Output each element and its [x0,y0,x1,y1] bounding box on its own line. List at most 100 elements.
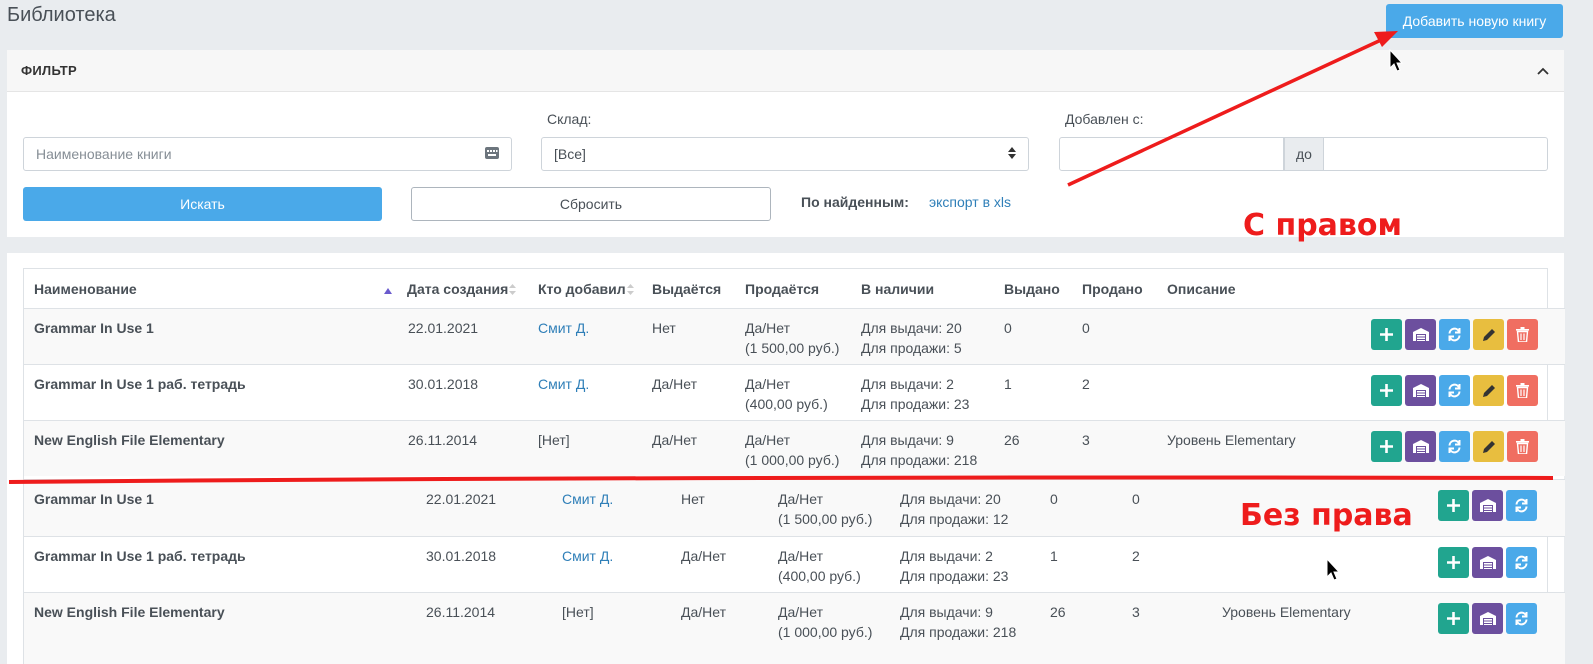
added-by-link[interactable]: Смит Д. [538,374,589,394]
trash-icon [1516,327,1529,342]
col-header-sold: Продаётся [745,281,820,297]
add-copy-button[interactable] [1438,547,1469,578]
book-date: 30.01.2018 [426,548,497,564]
col-header-stock: В наличии [861,281,935,297]
warehouse-button[interactable] [1472,547,1503,578]
warehouse-button[interactable] [1472,603,1503,634]
stock-sale: Для продажи: 218 [900,624,1017,640]
description: Уровень Elementary [1167,432,1296,448]
refresh-button[interactable] [1506,490,1537,521]
book-date: 22.01.2021 [426,491,497,507]
given-count: 0 [1050,491,1058,507]
table-row: Grammar In Use 1 раб. тетрадь 30.01.2018… [24,536,1565,592]
col-header-name[interactable]: Наименование [34,281,137,297]
issued-value: Да/Нет [652,376,698,392]
warehouse-button[interactable] [1405,319,1436,350]
trash-icon [1516,439,1529,454]
refresh-button[interactable] [1439,375,1470,406]
table-row: New English File Elementary 26.11.2014 [… [24,420,1565,476]
book-name: Grammar In Use 1 [34,320,154,336]
add-copy-button[interactable] [1438,490,1469,521]
edit-button[interactable] [1473,319,1504,350]
date-from-input[interactable] [1059,137,1284,171]
found-label: По найденным: [801,194,909,210]
add-copy-button[interactable] [1371,375,1402,406]
refresh-icon [1448,383,1461,398]
annotation-with-right: С правом [1243,208,1403,243]
plus-icon [1447,612,1460,625]
col-header-description: Описание [1167,281,1236,297]
added-by-link[interactable]: Смит Д. [562,546,613,566]
sold-price: (1 000,00 руб.) [778,624,873,640]
table-row: Grammar In Use 1 22.01.2021 Смит Д. Нет … [24,308,1565,364]
col-header-issued: Выдаётся [652,281,722,297]
add-copy-button[interactable] [1371,319,1402,350]
warehouse-icon [1412,384,1429,397]
search-button[interactable]: Искать [23,187,382,221]
warehouse-icon [1412,328,1429,341]
issued-value: Да/Нет [652,432,698,448]
export-xls-link[interactable]: экспорт в xls [929,194,1011,210]
sold-value: Да/Нет [745,376,791,392]
col-header-date[interactable]: Дата создания [407,281,517,298]
stock-issue: Для выдачи: 2 [900,548,993,564]
delete-button[interactable] [1507,319,1538,350]
trash-icon [1516,383,1529,398]
warehouse-button[interactable] [1405,375,1436,406]
given-count: 26 [1004,432,1020,448]
warehouse-button[interactable] [1472,490,1503,521]
stock-sale: Для продажи: 5 [861,340,962,356]
delete-button[interactable] [1507,431,1538,462]
warehouse-button[interactable] [1405,431,1436,462]
warehouse-select[interactable]: [Все] [541,137,1029,171]
delete-button[interactable] [1507,375,1538,406]
col-header-sold-count: Продано [1082,281,1143,297]
sold-price: (1 500,00 руб.) [745,340,840,356]
page-title: Библиотека [7,4,116,26]
sold-count: 0 [1082,320,1090,336]
add-new-book-button[interactable]: Добавить новую книгу [1386,4,1563,38]
refresh-button[interactable] [1506,547,1537,578]
pencil-icon [1482,328,1495,341]
sold-value: Да/Нет [745,432,791,448]
sold-value: Да/Нет [778,548,824,564]
plus-icon [1380,440,1393,453]
filter-header[interactable]: ФИЛЬТР [7,50,1564,92]
pencil-icon [1482,384,1495,397]
book-name-input[interactable] [23,137,512,171]
edit-button[interactable] [1473,431,1504,462]
issued-value: Да/Нет [681,604,727,620]
sold-count: 0 [1132,491,1140,507]
given-count: 26 [1050,604,1066,620]
date-to-input[interactable] [1323,137,1548,171]
given-count: 0 [1004,320,1012,336]
refresh-button[interactable] [1439,319,1470,350]
table-row: Grammar In Use 1 раб. тетрадь 30.01.2018… [24,364,1565,420]
stock-issue: Для выдачи: 9 [861,432,954,448]
edit-button[interactable] [1473,375,1504,406]
book-date: 26.11.2014 [426,604,496,620]
sort-icon [509,282,517,298]
add-copy-button[interactable] [1438,603,1469,634]
select-arrows-icon [1008,146,1016,162]
issued-value: Нет [681,491,705,507]
book-date: 22.01.2021 [408,320,479,336]
stock-issue: Для выдачи: 2 [861,376,954,392]
warehouse-label: Склад: [547,111,592,127]
book-name: Grammar In Use 1 раб. тетрадь [34,376,246,392]
stock-issue: Для выдачи: 20 [861,320,962,336]
refresh-button[interactable] [1439,431,1470,462]
chevron-up-icon[interactable] [1536,64,1550,78]
warehouse-icon [1479,612,1496,625]
col-header-added-by[interactable]: Кто добавил [538,281,634,298]
add-copy-button[interactable] [1371,431,1402,462]
added-by-link[interactable]: Смит Д. [538,318,589,338]
stock-sale: Для продажи: 23 [861,396,970,412]
added-by-link[interactable]: Смит Д. [562,489,613,509]
sort-asc-icon[interactable] [384,282,392,298]
refresh-icon [1448,439,1461,454]
reset-button[interactable]: Сбросить [411,187,771,221]
refresh-button[interactable] [1506,603,1537,634]
sold-price: (1 000,00 руб.) [745,452,840,468]
sold-count: 2 [1082,376,1090,392]
